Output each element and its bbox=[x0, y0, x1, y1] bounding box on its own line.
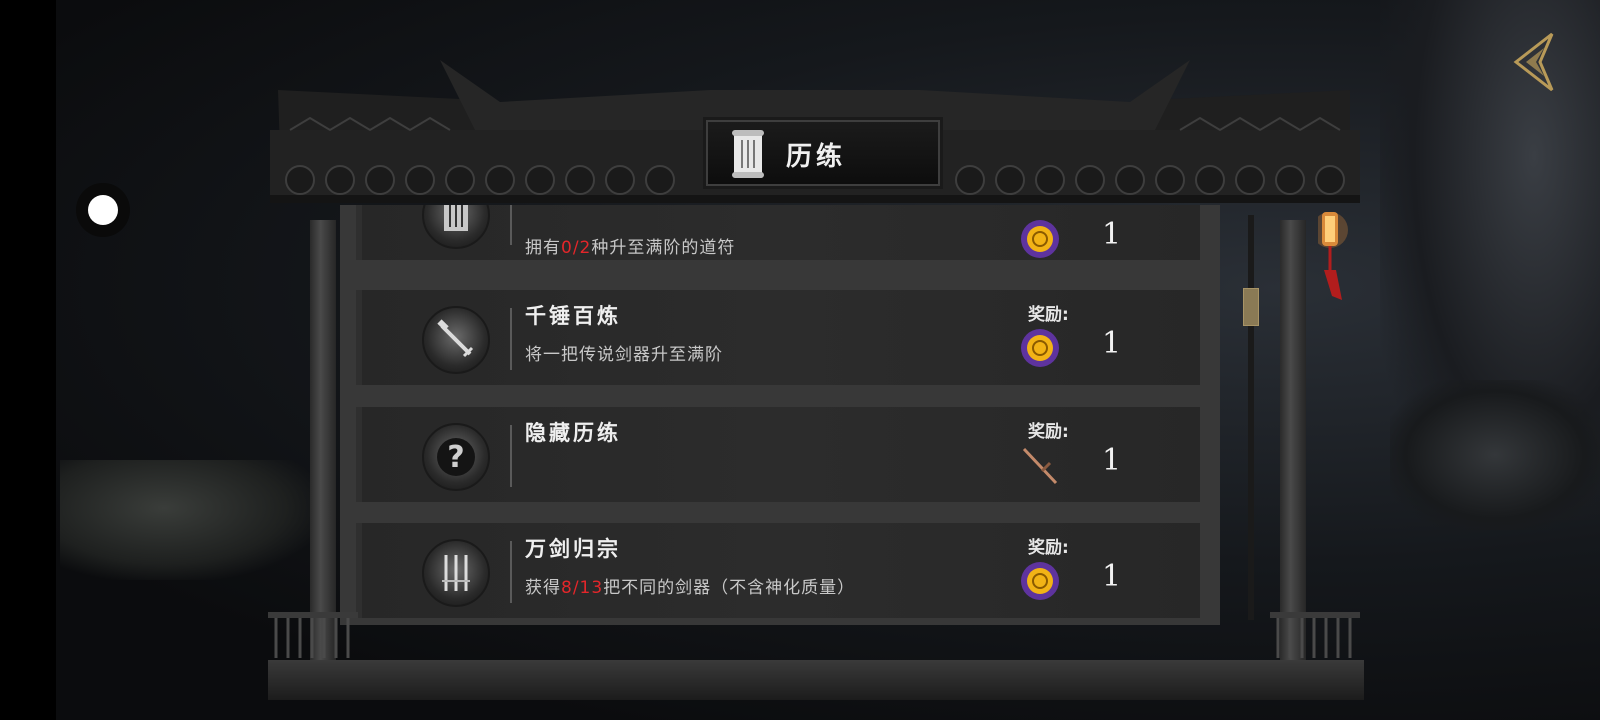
left-black-bar bbox=[0, 0, 56, 720]
talisman-icon bbox=[422, 205, 490, 249]
multi-sword-icon bbox=[422, 539, 490, 607]
floating-assist-button[interactable] bbox=[76, 183, 130, 237]
reward-label: 奖励: bbox=[1028, 422, 1069, 442]
back-icon[interactable] bbox=[1508, 30, 1562, 92]
background-rock-right bbox=[1390, 380, 1600, 530]
row-divider bbox=[510, 205, 512, 245]
reward-count: 1 bbox=[1102, 326, 1122, 361]
achievement-desc: 拥有0/2种升至满阶的道符 bbox=[525, 238, 736, 258]
achievement-desc: 获得8/13把不同的剑器（不含神化质量） bbox=[525, 578, 856, 598]
page-title: 历练 bbox=[786, 142, 847, 172]
achievement-title: 千锤百炼 bbox=[525, 303, 621, 328]
achievement-row: ? 隐藏历练 奖励: 1 bbox=[356, 407, 1200, 502]
title-plaque: 历练 bbox=[706, 120, 940, 186]
gold-coin-icon bbox=[1020, 561, 1060, 601]
reward-count: 1 bbox=[1102, 217, 1122, 252]
scrollbar-thumb[interactable] bbox=[1243, 288, 1259, 326]
achievement-desc: 将一把传说剑器升至满阶 bbox=[525, 345, 723, 365]
reward-label: 奖励: bbox=[1028, 538, 1069, 558]
scrollbar-track[interactable] bbox=[1248, 215, 1254, 620]
reward-count: 1 bbox=[1102, 559, 1122, 594]
gold-coin-icon bbox=[1020, 328, 1060, 368]
achievement-row: 拥有0/2种升至满阶的道符 1 bbox=[356, 205, 1200, 260]
row-divider bbox=[510, 541, 512, 603]
achievement-panel: 拥有0/2种升至满阶的道符 1 千锤百炼 将一把传说剑器升至满阶 奖励: 1 ?… bbox=[340, 205, 1220, 625]
reward-label: 奖励: bbox=[1028, 305, 1069, 325]
achievement-row: 万剑归宗 获得8/13把不同的剑器（不含神化质量） 奖励: 1 bbox=[356, 523, 1200, 618]
row-divider bbox=[510, 308, 512, 370]
pavilion-floor bbox=[268, 660, 1364, 700]
svg-text:?: ? bbox=[447, 440, 464, 475]
question-mark-icon: ? bbox=[422, 423, 490, 491]
railing-right bbox=[1270, 612, 1360, 658]
scroll-icon bbox=[728, 128, 768, 180]
gold-coin-icon bbox=[1020, 219, 1060, 259]
reward-count: 1 bbox=[1102, 443, 1122, 478]
achievement-title: 万剑归宗 bbox=[525, 536, 621, 561]
achievement-row: 千锤百炼 将一把传说剑器升至满阶 奖励: 1 bbox=[356, 290, 1200, 385]
row-divider bbox=[510, 425, 512, 487]
railing-left bbox=[268, 612, 358, 658]
hammer-sword-icon bbox=[422, 306, 490, 374]
achievement-title: 隐藏历练 bbox=[525, 420, 621, 445]
game-screen: 拥有0/2种升至满阶的道符 1 千锤百炼 将一把传说剑器升至满阶 奖励: 1 ?… bbox=[0, 0, 1600, 720]
sword-icon bbox=[1020, 445, 1060, 485]
